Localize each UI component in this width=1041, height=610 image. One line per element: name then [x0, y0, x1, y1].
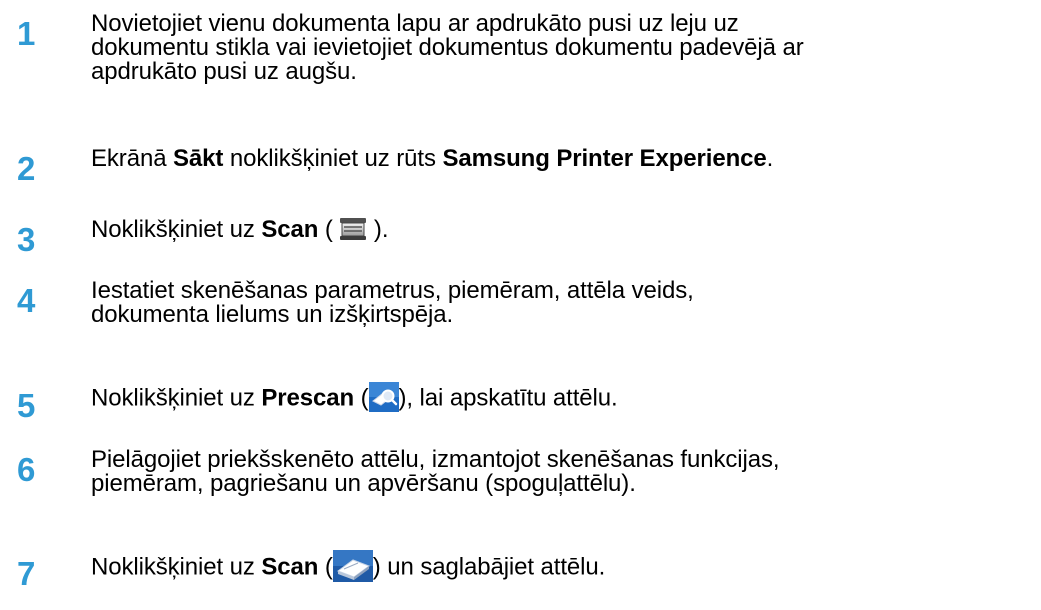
step-text-part: noklikšķiniet uz rūts: [223, 145, 443, 172]
step-text-line: Iestatiet skenēšanas parametrus, piemēra…: [91, 277, 694, 304]
start-label: Sākt: [173, 145, 224, 172]
step-text-part: ).: [367, 216, 389, 243]
step-text-line: apdrukāto pusi uz augšu.: [91, 58, 357, 85]
step-number: 1: [17, 15, 36, 52]
step-number: 4: [17, 282, 36, 319]
prescan-label: Prescan: [261, 384, 355, 412]
step-text-line: Novietojiet vienu dokumenta lapu ar apdr…: [91, 10, 739, 37]
step-text: Iestatiet skenēšanas parametrus, piemēra…: [91, 279, 1036, 327]
flatbed-scanner-icon: [339, 217, 367, 241]
step-text: Pielāgojiet priekšskenēto attēlu, izmant…: [91, 448, 1036, 496]
page: { "steps": [ { "number": "1", "lines": […: [0, 0, 1041, 610]
step-number: 6: [17, 451, 36, 488]
step-text-part: Noklikšķiniet uz: [91, 553, 262, 581]
app-name: Samsung Printer Experience: [442, 145, 767, 172]
step-number: 7: [17, 555, 36, 592]
step-text: Novietojiet vienu dokumenta lapu ar apdr…: [91, 12, 1036, 84]
prescan-magnifier-icon: [368, 382, 399, 412]
step-text: Noklikšķiniet uz Scan ( ).: [91, 218, 1036, 243]
step-number: 2: [17, 150, 36, 187]
step-text-line: piemēram, pagriešanu un apvēršanu (spogu…: [91, 470, 636, 497]
step-text-part: Ekrānā: [91, 145, 174, 172]
step-text: Noklikšķiniet uz Scan ( ) un saglabājiet…: [91, 550, 1036, 584]
scan-label: Scan: [261, 553, 319, 581]
step-text-part: (: [318, 553, 333, 581]
step-text-part: ), lai apskatītu attēlu.: [398, 384, 618, 412]
step-text-line: dokumentu stikla vai ievietojiet dokumen…: [91, 34, 804, 61]
step-text-part: (: [318, 216, 340, 243]
step-text-part: .: [766, 145, 774, 172]
step-text: Noklikšķiniet uz Prescan ( ), lai apskat…: [91, 382, 1036, 414]
step-number: 3: [17, 221, 36, 258]
step-text-part: Noklikšķiniet uz: [91, 216, 262, 243]
step-number: 5: [17, 387, 36, 424]
step-text: Ekrānā Sākt noklikšķiniet uz rūts Samsun…: [91, 147, 1036, 171]
scan-scanner-icon: [332, 550, 373, 582]
step-text-part: (: [354, 384, 369, 412]
step-text-part: ) un saglabājiet attēlu.: [372, 553, 606, 581]
step-text-part: Noklikšķiniet uz: [91, 384, 262, 412]
step-text-line: dokumenta lielums un izšķirtspēja.: [91, 301, 454, 328]
step-text-line: Pielāgojiet priekšskenēto attēlu, izmant…: [91, 446, 780, 473]
scan-label: Scan: [261, 216, 319, 243]
